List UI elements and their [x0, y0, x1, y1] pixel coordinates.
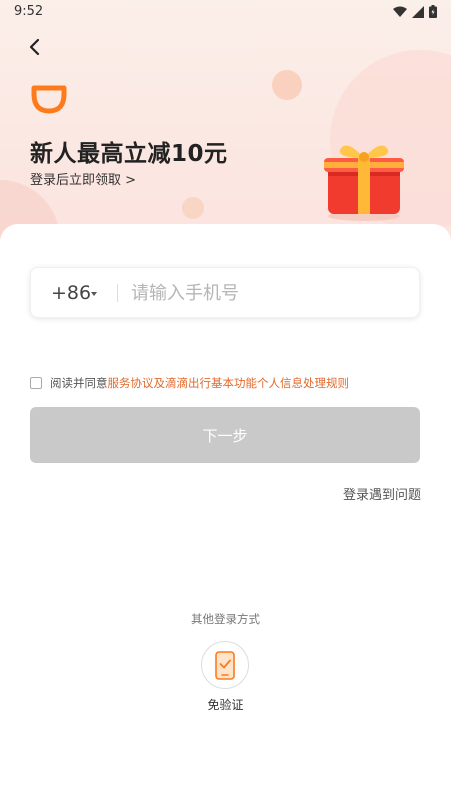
login-trouble-link[interactable]: 登录遇到问题 [343, 484, 421, 503]
phone-check-icon [215, 651, 235, 680]
other-login-title: 其他登录方式 [191, 612, 260, 626]
promo-headline: 新人最高立减10元 [30, 141, 228, 167]
agreement-row: 阅读并同意 服务协议及滴滴出行基本功能个人信息处理规则 [30, 375, 349, 391]
agreement-link[interactable]: 服务协议及滴滴出行基本功能个人信息处理规则 [108, 375, 350, 391]
battery-icon [429, 5, 437, 18]
agreement-prefix: 阅读并同意 [50, 376, 108, 390]
didi-logo-icon [31, 85, 67, 114]
gift-box-icon [324, 145, 404, 221]
verification-free-label: 免验证 [207, 698, 244, 712]
divider [117, 284, 118, 302]
decor-dot [182, 197, 204, 219]
signal-icon [412, 5, 424, 18]
status-bar: 9:52 [0, 0, 451, 24]
country-code-selector[interactable]: +86 [51, 282, 91, 304]
wifi-icon [393, 6, 407, 17]
chevron-left-icon[interactable] [22, 34, 48, 60]
decor-dot [272, 70, 302, 100]
phone-input-group: +86 [30, 267, 420, 318]
status-time: 9:52 [14, 4, 44, 19]
verification-free-login-button[interactable] [201, 641, 249, 689]
claim-link[interactable]: 登录后立即领取 > [30, 169, 136, 188]
agreement-checkbox[interactable] [30, 377, 42, 389]
phone-number-input[interactable] [131, 278, 401, 308]
caret-down-icon[interactable] [91, 292, 97, 296]
next-step-button[interactable]: 下一步 [30, 407, 420, 463]
